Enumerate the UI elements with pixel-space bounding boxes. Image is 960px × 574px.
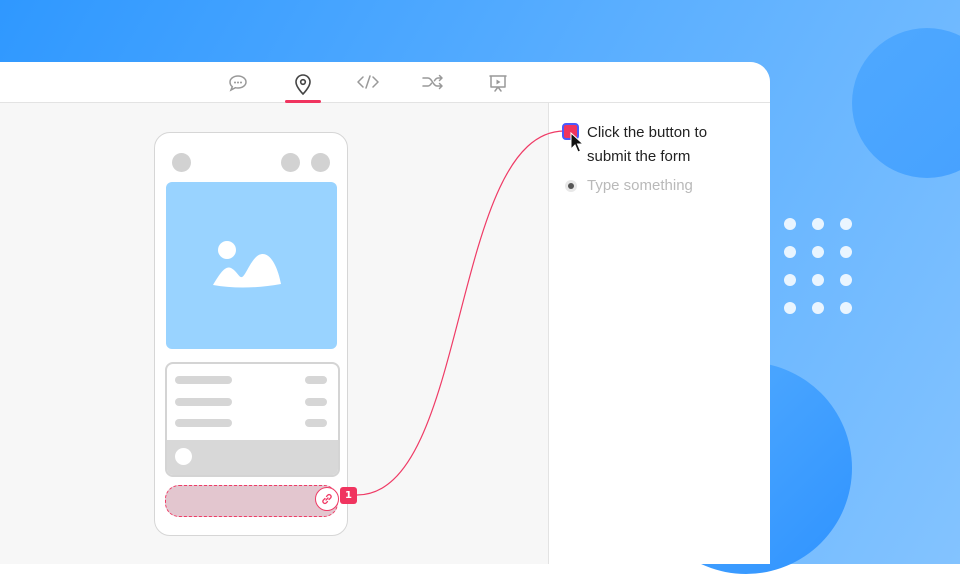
connector-line [356, 130, 566, 496]
step-radio-pending[interactable] [565, 180, 577, 192]
step-instruction-pending[interactable]: Type something [587, 174, 693, 198]
mouse-pointer-icon [570, 132, 584, 153]
step-instruction-active[interactable]: Click the button to submit the form [587, 121, 747, 169]
